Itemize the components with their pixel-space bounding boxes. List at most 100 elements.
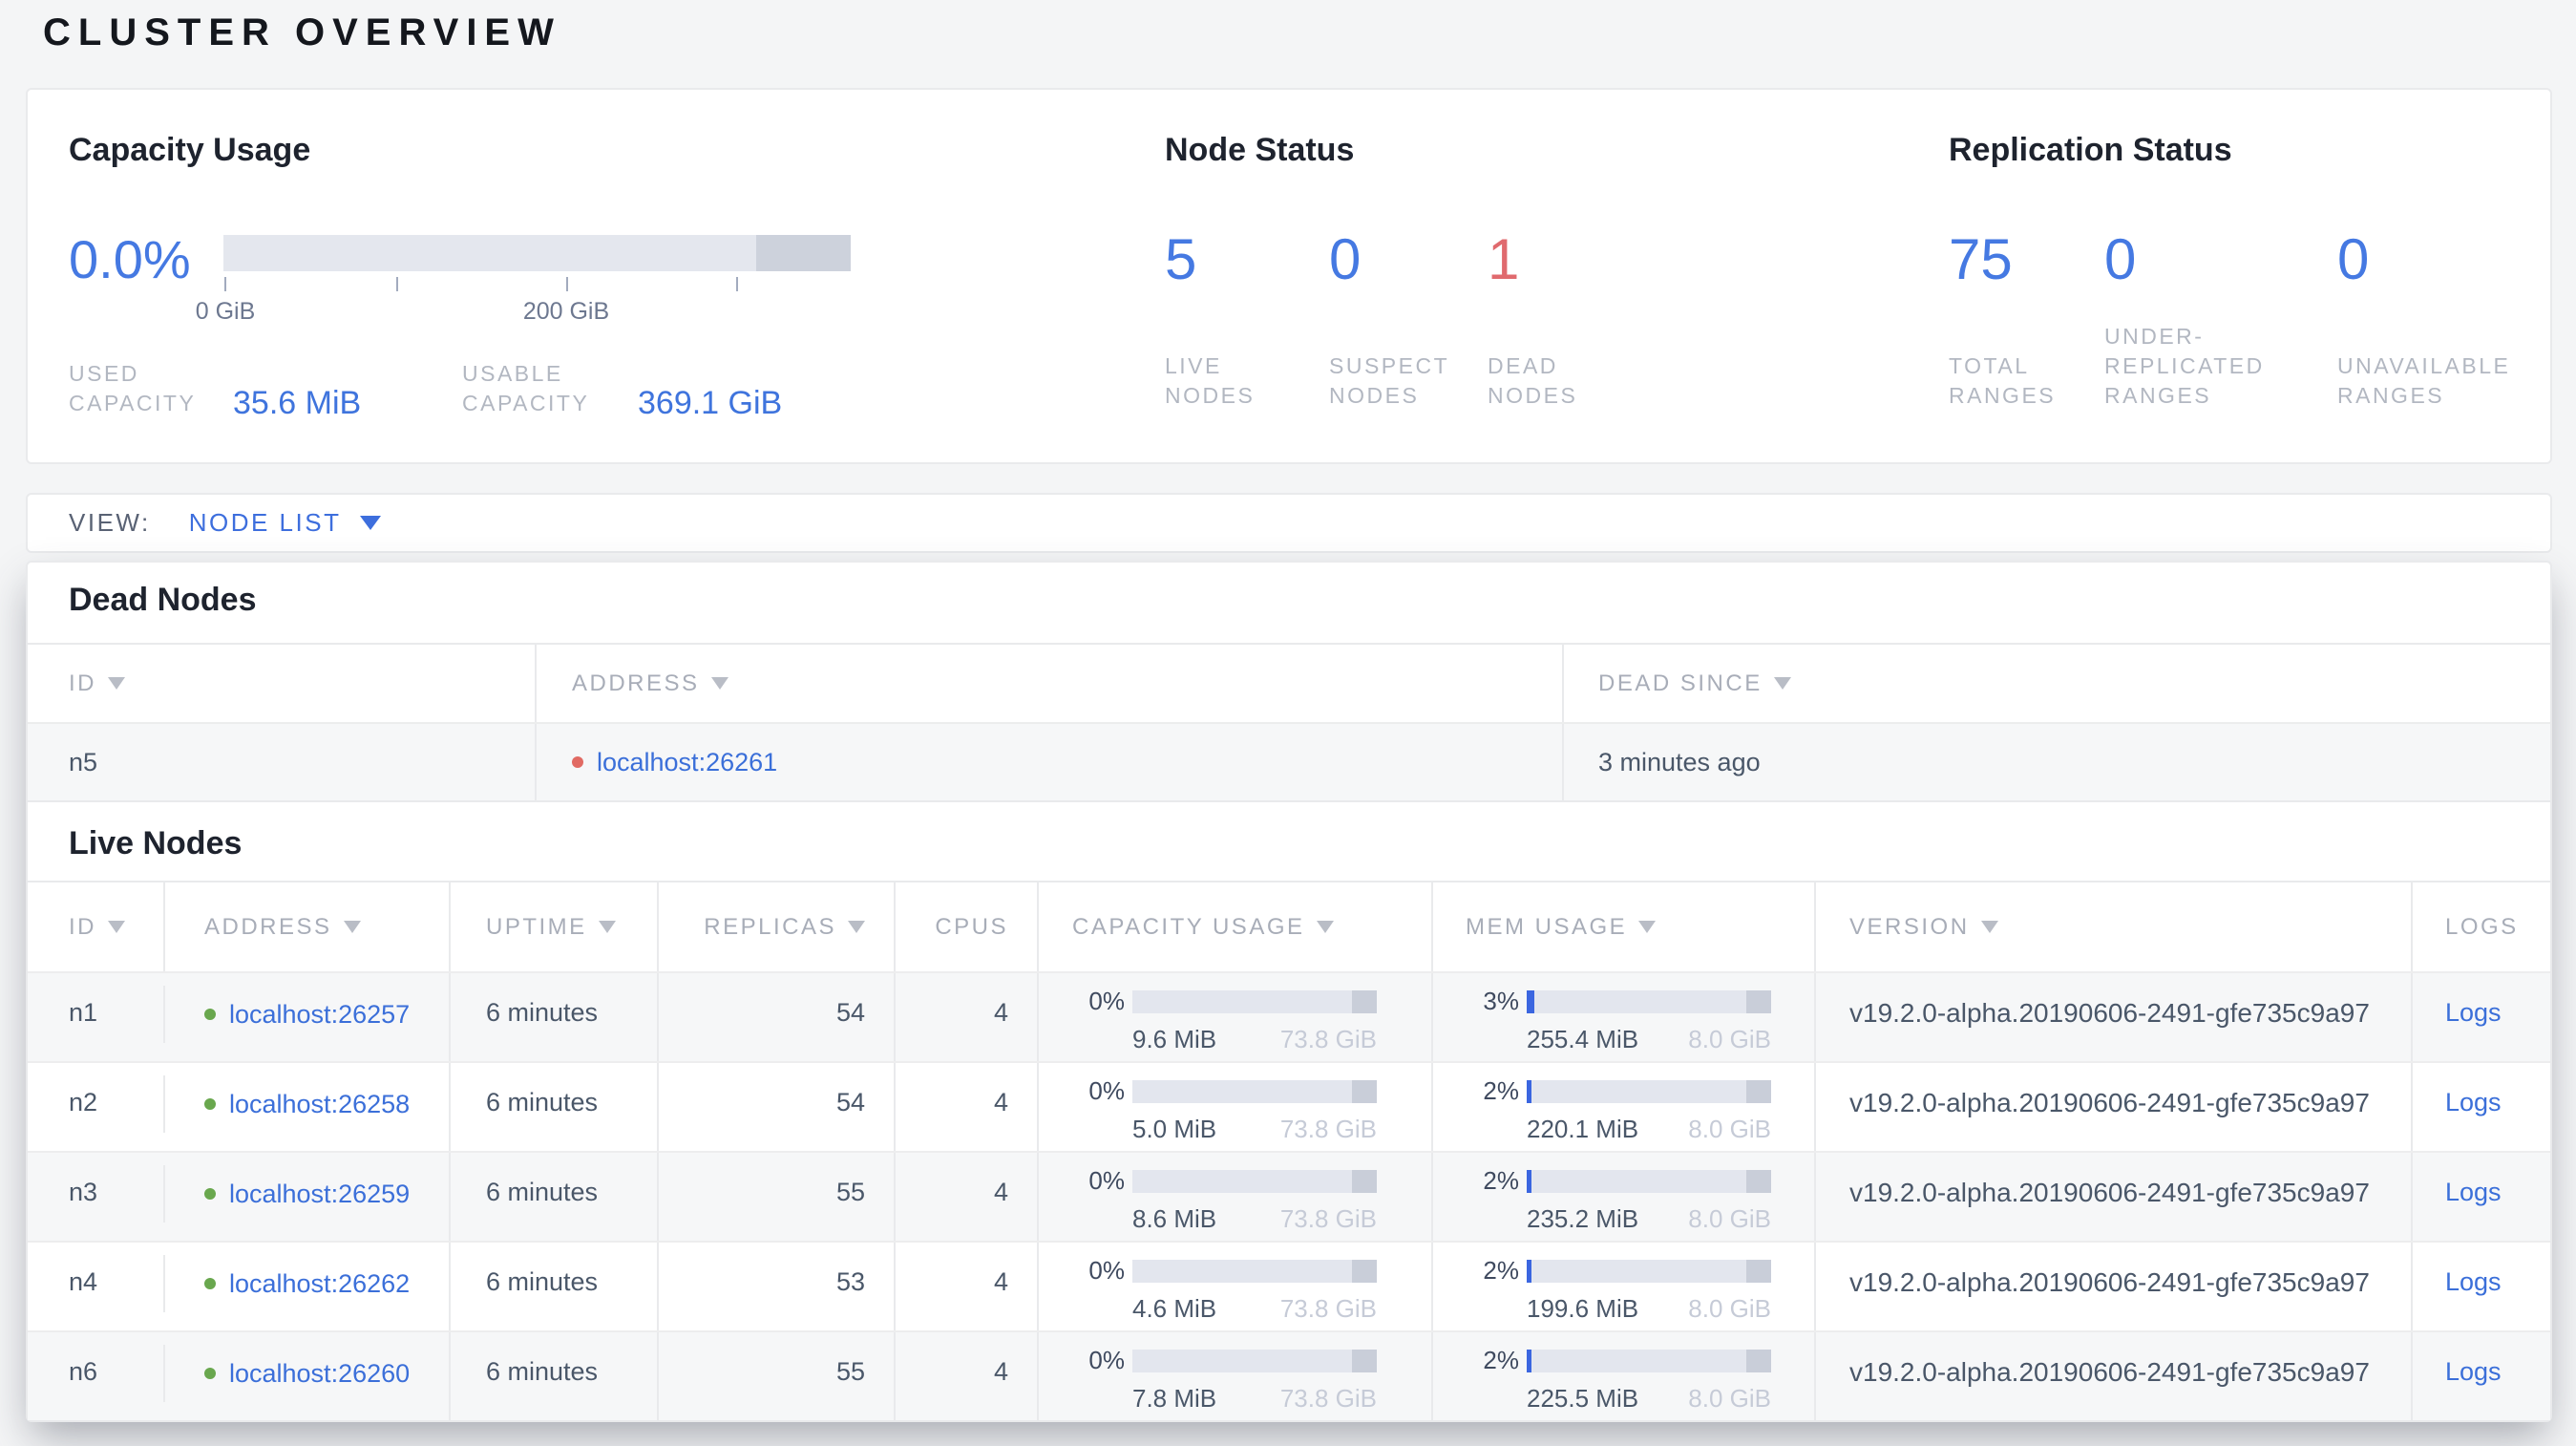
usage-bar-fill	[1527, 1259, 1532, 1283]
column-header-address[interactable]: ADDRESS	[163, 882, 449, 971]
cell-address: localhost:26257	[163, 986, 449, 1043]
usage-bar	[1527, 989, 1771, 1013]
cell-address: localhost:26262	[163, 1255, 449, 1312]
column-header-replicas[interactable]: REPLICAS	[657, 882, 894, 971]
cell-version: v19.2.0-alpha.20190606-2491-gfe735c9a97	[1814, 1332, 2411, 1420]
cell-logs: Logs	[2411, 1063, 2550, 1151]
cell-dead-since: 3 minutes ago	[1562, 724, 2550, 800]
column-header-id[interactable]: ID	[28, 882, 163, 971]
sort-arrow-icon	[1773, 677, 1791, 690]
view-selected-value: NODE LIST	[188, 508, 342, 537]
usage-percent: 0%	[1088, 1076, 1125, 1105]
logs-link[interactable]: Logs	[2445, 998, 2502, 1027]
usage-used-value: 7.8 MiB	[1132, 1384, 1217, 1413]
usage-used-value: 220.1 MiB	[1527, 1115, 1639, 1143]
stat-label: LIVE NODES	[1165, 353, 1256, 408]
cell-version: v19.2.0-alpha.20190606-2491-gfe735c9a97	[1814, 1243, 2411, 1330]
usage-bar-fill	[1527, 989, 1534, 1013]
cell-mem-usage: 2% 225.5 MiB 8.0 GiB	[1431, 1332, 1814, 1420]
column-header-address[interactable]: ADDRESS	[535, 645, 1562, 722]
node-link[interactable]: localhost:26262	[229, 1269, 410, 1299]
column-header-uptime[interactable]: UPTIME	[449, 882, 657, 971]
cell-address: localhost:26260	[163, 1345, 449, 1402]
sort-arrow-icon	[598, 921, 616, 933]
usage-bar	[1527, 1349, 1771, 1372]
logs-link[interactable]: Logs	[2445, 1267, 2502, 1296]
usage-bar-fill	[1527, 1079, 1532, 1103]
cell-replicas: 54	[657, 973, 894, 1061]
table-row: n4 localhost:26262 6 minutes 53 4 0% 4.6…	[28, 1241, 2550, 1330]
cell-mem-usage: 2% 235.2 MiB 8.0 GiB	[1431, 1153, 1814, 1241]
axis-tick-label: 0 GiB	[195, 298, 256, 325]
logs-link[interactable]: Logs	[2445, 1357, 2502, 1386]
axis-tick	[396, 277, 398, 291]
usage-total-value: 73.8 GiB	[1279, 1204, 1377, 1233]
live-status-icon	[204, 1368, 216, 1379]
table-row: n2 localhost:26258 6 minutes 54 4 0% 5.0…	[28, 1061, 2550, 1151]
capacity-axis: 0 GiB 200 GiB	[196, 277, 851, 334]
cell-id: n6	[69, 1357, 98, 1386]
axis-tick	[566, 277, 568, 291]
column-header-mem-usage[interactable]: MEM USAGE	[1431, 882, 1814, 971]
cell-cpus: 4	[894, 1332, 1037, 1420]
column-header-cpus[interactable]: CPUS	[894, 882, 1037, 971]
node-link[interactable]: localhost:26259	[229, 1180, 410, 1209]
usage-used-value: 225.5 MiB	[1527, 1384, 1639, 1413]
usage-total-value: 8.0 GiB	[1688, 1294, 1771, 1323]
logs-link[interactable]: Logs	[2445, 1088, 2502, 1116]
stat-label: SUSPECT NODES	[1329, 353, 1449, 408]
logs-link[interactable]: Logs	[2445, 1178, 2502, 1206]
cell-logs: Logs	[2411, 973, 2550, 1061]
sort-arrow-icon	[1638, 921, 1657, 933]
cell-version: v19.2.0-alpha.20190606-2491-gfe735c9a97	[1814, 1063, 2411, 1151]
view-label: VIEW:	[69, 508, 151, 537]
usage-total-value: 8.0 GiB	[1688, 1115, 1771, 1143]
cell-id: n4	[69, 1267, 98, 1296]
table-row: n6 localhost:26260 6 minutes 55 4 0% 7.8…	[28, 1330, 2550, 1420]
column-header-logs: LOGS	[2411, 882, 2550, 971]
stat-value: 0	[1329, 227, 1362, 291]
cell-address: localhost:26258	[163, 1075, 449, 1133]
live-nodes-table-body: n1 localhost:26257 6 minutes 54 4 0% 9.6…	[28, 971, 2550, 1420]
usage-used-value: 235.2 MiB	[1527, 1204, 1639, 1233]
node-link[interactable]: localhost:26260	[229, 1359, 410, 1389]
cell-capacity-usage: 0% 7.8 MiB 73.8 GiB	[1037, 1332, 1431, 1420]
stat-value: 1	[1488, 227, 1520, 291]
usage-bar-fill	[1527, 1169, 1532, 1193]
stat-value: 0	[2337, 227, 2370, 291]
node-link[interactable]: localhost:26261	[597, 748, 777, 777]
column-header-dead-since[interactable]: DEAD SINCE	[1562, 645, 2550, 722]
node-link[interactable]: localhost:26258	[229, 1090, 410, 1119]
column-header-version[interactable]: VERSION	[1814, 882, 2411, 971]
sort-arrow-icon	[1316, 921, 1334, 933]
usage-bar	[1132, 1079, 1377, 1103]
table-row: n3 localhost:26259 6 minutes 55 4 0% 8.6…	[28, 1151, 2550, 1241]
usage-bar-tail	[1746, 1079, 1771, 1103]
cell-replicas: 53	[657, 1243, 894, 1330]
dead-nodes-heading: Dead Nodes	[69, 582, 257, 618]
stat-value: 75	[1949, 227, 2013, 291]
cell-logs: Logs	[2411, 1153, 2550, 1241]
chevron-down-icon	[360, 516, 382, 530]
capacity-bar	[223, 235, 851, 271]
usage-used-value: 255.4 MiB	[1527, 1025, 1639, 1053]
stat-label: DEAD NODES	[1488, 353, 1578, 408]
sort-arrow-icon	[343, 921, 361, 933]
usage-bar-tail	[1352, 1349, 1377, 1372]
usage-used-value: 8.6 MiB	[1132, 1204, 1217, 1233]
replication-status-title: Replication Status	[1949, 132, 2232, 168]
usage-total-value: 73.8 GiB	[1279, 1025, 1377, 1053]
cell-id: n1	[69, 998, 98, 1027]
node-link[interactable]: localhost:26257	[229, 1000, 410, 1030]
usage-bar	[1132, 1169, 1377, 1193]
cell-address: localhost:26261	[535, 724, 1562, 800]
usage-bar-tail	[1746, 1349, 1771, 1372]
usage-bar-tail	[1352, 989, 1377, 1013]
usage-percent: 2%	[1483, 1166, 1519, 1195]
view-selector[interactable]: NODE LIST	[189, 508, 382, 538]
column-header-id[interactable]: ID	[28, 645, 535, 722]
live-nodes-table-header: ID ADDRESS UPTIME REPLICAS CPUS CAPACITY…	[28, 881, 2550, 971]
cell-id: n2	[69, 1088, 98, 1116]
stat-value: 0	[2104, 227, 2137, 291]
column-header-capacity-usage[interactable]: CAPACITY USAGE	[1037, 882, 1431, 971]
